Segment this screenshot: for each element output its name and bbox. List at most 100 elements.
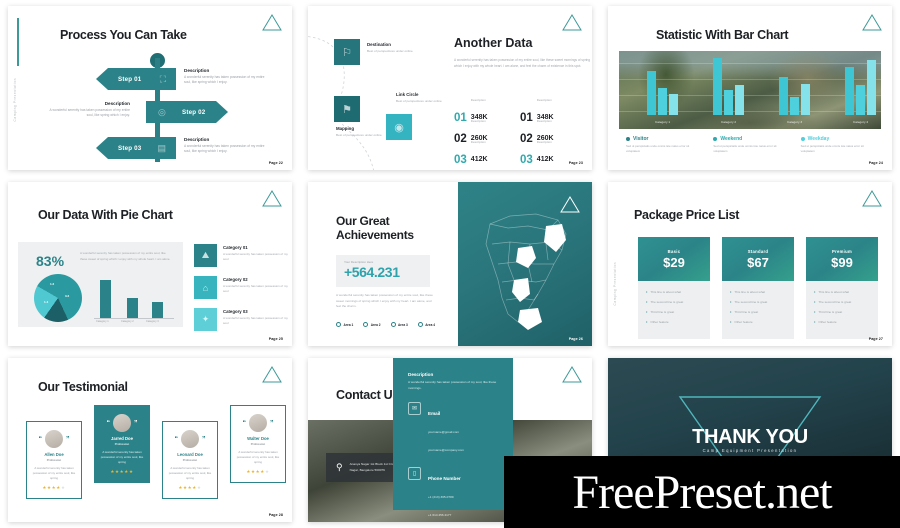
category-title: Category 01 [223, 245, 248, 250]
area-option-2[interactable]: Area 2 [363, 322, 381, 327]
percent-value: 83% [36, 253, 65, 269]
slide-cell-testimonial[interactable]: Our Testimonial “ ” Allen Doe Profession… [0, 352, 300, 528]
slide-process[interactable]: Camping Presentation Process You Can Tak… [8, 6, 292, 170]
location-icon[interactable]: ⚐ [334, 39, 360, 65]
legend-item-weekend: Weekend Sed ut perspiciatis unde omnis i… [713, 136, 790, 154]
tent-icon[interactable]: ⌂ [194, 276, 217, 299]
bullet-icon: • [730, 319, 732, 324]
price-card-features: • This line is about what • The second lin… [638, 281, 710, 339]
panel-body-text: A wonderful serenity has taken possessio… [80, 251, 171, 261]
radio-icon[interactable] [390, 322, 396, 327]
lantern-icon[interactable]: ✦ [194, 308, 217, 331]
africa-map-panel: Page 26 [458, 182, 592, 346]
mail-icon: ✉ [408, 402, 421, 416]
bar-group-3 [779, 77, 810, 115]
slide-pie-chart[interactable]: Our Data With Pie Chart 83% A wonderful … [8, 182, 292, 346]
feature-text: The second line is great [650, 300, 684, 304]
avatar [45, 430, 63, 448]
mini-bar-chart [94, 280, 174, 319]
quote-close-icon: ” [66, 435, 70, 443]
bar-weekend [658, 88, 667, 115]
chart-photo-background: Category 1 Category 2 Category 3 Categor… [619, 51, 881, 129]
slide-achievements[interactable]: Our Great Achievements Your Description … [308, 182, 592, 346]
legend-label: Weekend [720, 136, 743, 142]
node-label: Destination [367, 42, 391, 47]
bullet-icon: • [646, 319, 648, 324]
slide-cell-achievements[interactable]: Our Great Achievements Your Description … [300, 176, 600, 352]
step-sign-3[interactable]: Step 03 ▤ [96, 137, 176, 159]
mini-x-label: Category 1 [96, 320, 109, 323]
bullet-icon: • [814, 309, 816, 314]
slide-cell-process[interactable]: Camping Presentation Process You Can Tak… [0, 0, 300, 176]
price-card-features: • This line is about what • The second lin… [722, 281, 794, 339]
backpack-icon: ▤ [157, 142, 166, 153]
map-pin-icon[interactable]: ⚑ [334, 96, 360, 122]
page-title: Our Great Achievements [336, 214, 414, 242]
price-card-features: • This line is about what • The second lin… [806, 281, 878, 339]
quote-close-icon: ” [134, 419, 138, 427]
bar-weekday [669, 94, 678, 115]
radio-icon[interactable] [363, 322, 369, 327]
testimonial-card[interactable]: “ ” Allen Doe Profession A wonderful ser… [26, 421, 82, 500]
radio-icon[interactable] [417, 322, 423, 327]
step-sign-2[interactable]: ◎ Step 02 [146, 101, 228, 123]
bar-weekday [867, 60, 876, 115]
slide-cell-pie-chart[interactable]: Our Data With Pie Chart 83% A wonderful … [0, 176, 300, 352]
page-number: Page 22 [268, 161, 283, 165]
testimonial-card[interactable]: “ ” Jarred Doe Profession A wonderful se… [94, 405, 150, 484]
area-option-4[interactable]: Area 4 [417, 322, 435, 327]
price-tier: Standard [747, 249, 769, 254]
triangle-icon [262, 366, 282, 388]
price-card-standard[interactable]: Standard $67 • This line is about what • T… [722, 237, 794, 339]
slide-another-data[interactable]: ⚐ ⚑ ◉ Destination Best of perspectives u… [308, 6, 592, 170]
contact-block-phone[interactable]: ▯ Phone Number +1 (213) 365-0789 +1 614 … [408, 467, 498, 521]
stat-value: 412K [536, 156, 554, 163]
feature-text: The second line is great [734, 300, 768, 304]
x-tick-label: Category 3 [787, 120, 803, 124]
feature-text: Other feature [818, 320, 837, 324]
area-options[interactable]: Area 1 Area 2 Area 3 Area 4 [336, 322, 435, 327]
slide-cell-bar-chart[interactable]: Statistic With Bar Chart Category 1 Cate… [600, 0, 900, 176]
slide-price-list[interactable]: Camping Presentation Package Price List … [608, 182, 892, 346]
hiker-icon[interactable]: ⛰ [194, 244, 217, 267]
area-option-3[interactable]: Area 3 [390, 322, 408, 327]
slide-bar-chart[interactable]: Statistic With Bar Chart Category 1 Cate… [608, 6, 892, 170]
bullet-icon: • [730, 299, 732, 304]
page-subtitle: A wonderful serenity has taken possessio… [454, 58, 591, 68]
vertical-brand-text: Camping Presentation [13, 78, 17, 122]
contact-block-email[interactable]: ✉ Email yourname@gmail.com yourname@comp… [408, 402, 498, 456]
testimonial-text: A wonderful serenity has taken possessio… [168, 466, 212, 481]
radio-icon[interactable] [336, 322, 341, 327]
step-sign-1[interactable]: Step 01 ⛶ [96, 68, 176, 90]
legend-dot [713, 137, 718, 141]
area-option-1[interactable]: Area 1 [336, 322, 353, 327]
page-number: Page 25 [268, 337, 283, 341]
title-line-1: Our Great [336, 214, 390, 228]
price-card-basic[interactable]: Basic $29 • This line is about what • The … [638, 237, 710, 339]
desc-title: Description [184, 68, 210, 73]
watermark-banner: FreePreset.net [504, 456, 900, 528]
bullet-icon: • [814, 299, 816, 304]
desc-title: Description [408, 372, 434, 377]
category-item-1: Category 01 A wonderful serenity has tak… [223, 245, 289, 263]
triangle-icon [862, 190, 882, 212]
area-label: Area 2 [370, 322, 381, 327]
pie-panel: 83% A wonderful serenity has taken posse… [18, 242, 183, 327]
phone-icon: ▯ [408, 467, 421, 481]
stat-label: Description [536, 140, 552, 144]
circle-link-icon[interactable]: ◉ [386, 114, 412, 140]
slide-cell-price-list[interactable]: Camping Presentation Package Price List … [600, 176, 900, 352]
testimonial-card[interactable]: “ ” Walter Doe Profession A wonderful se… [230, 405, 286, 484]
feature-text: This line is about what [818, 290, 850, 294]
testimonial-card[interactable]: “ ” Leonard Doe Profession A wonderful s… [162, 421, 218, 500]
node-label: Link Circle [396, 92, 419, 97]
block-title: Email [428, 411, 441, 417]
price-card-header: Basic $29 [638, 237, 710, 281]
category-item-2: Category 02 A wonderful serenity has tak… [223, 277, 289, 295]
mini-bar [152, 302, 163, 318]
slide-cell-another-data[interactable]: ⚐ ⚑ ◉ Destination Best of perspectives u… [300, 0, 600, 176]
slide-testimonial[interactable]: Our Testimonial “ ” Allen Doe Profession… [8, 358, 292, 522]
testimonial-profession: Profession [114, 442, 130, 446]
price-card-premium[interactable]: Premium $99 • This line is about what • Th… [806, 237, 878, 339]
desc-text: A wonderful serenity has taken possessio… [184, 144, 265, 154]
